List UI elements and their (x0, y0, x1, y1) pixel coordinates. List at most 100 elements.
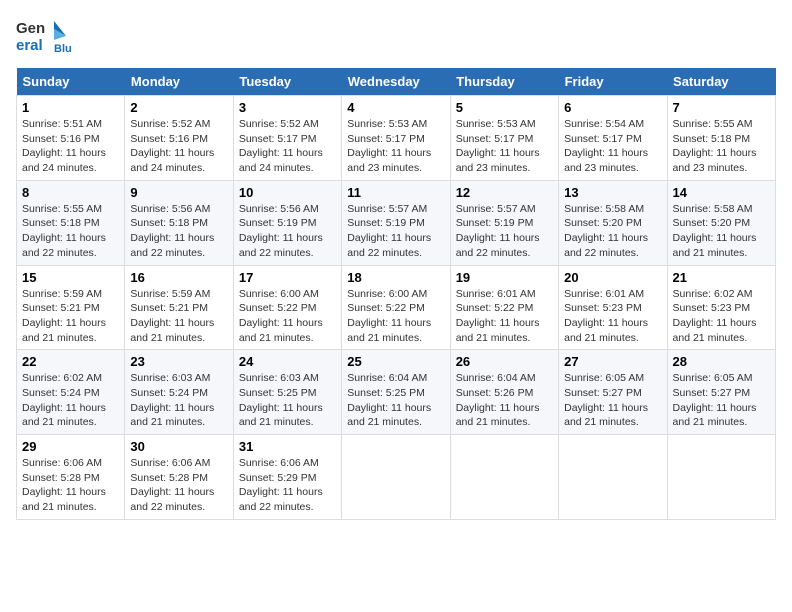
logo: Gen eral Blue (16, 16, 71, 56)
calendar-day: 20 Sunrise: 6:01 AM Sunset: 5:23 PM Dayl… (559, 265, 667, 350)
day-number: 23 (130, 354, 227, 369)
day-number: 5 (456, 100, 553, 115)
day-number: 24 (239, 354, 336, 369)
calendar-week: 8 Sunrise: 5:55 AM Sunset: 5:18 PM Dayli… (17, 180, 776, 265)
day-number: 22 (22, 354, 119, 369)
day-number: 10 (239, 185, 336, 200)
day-info: Sunrise: 5:53 AM Sunset: 5:17 PM Dayligh… (347, 117, 444, 176)
empty-cell (559, 435, 667, 520)
calendar-day: 14 Sunrise: 5:58 AM Sunset: 5:20 PM Dayl… (667, 180, 775, 265)
day-number: 3 (239, 100, 336, 115)
day-info: Sunrise: 6:01 AM Sunset: 5:22 PM Dayligh… (456, 287, 553, 346)
day-info: Sunrise: 5:56 AM Sunset: 5:19 PM Dayligh… (239, 202, 336, 261)
calendar-day: 6 Sunrise: 5:54 AM Sunset: 5:17 PM Dayli… (559, 96, 667, 181)
svg-text:eral: eral (16, 37, 43, 54)
day-info: Sunrise: 5:54 AM Sunset: 5:17 PM Dayligh… (564, 117, 661, 176)
calendar-day: 18 Sunrise: 6:00 AM Sunset: 5:22 PM Dayl… (342, 265, 450, 350)
calendar-week: 1 Sunrise: 5:51 AM Sunset: 5:16 PM Dayli… (17, 96, 776, 181)
day-info: Sunrise: 5:53 AM Sunset: 5:17 PM Dayligh… (456, 117, 553, 176)
day-info: Sunrise: 5:59 AM Sunset: 5:21 PM Dayligh… (130, 287, 227, 346)
day-info: Sunrise: 5:52 AM Sunset: 5:16 PM Dayligh… (130, 117, 227, 176)
day-number: 4 (347, 100, 444, 115)
calendar-day: 30 Sunrise: 6:06 AM Sunset: 5:28 PM Dayl… (125, 435, 233, 520)
weekday-header: Friday (559, 68, 667, 96)
day-number: 31 (239, 439, 336, 454)
calendar-day: 19 Sunrise: 6:01 AM Sunset: 5:22 PM Dayl… (450, 265, 558, 350)
weekday-header: Saturday (667, 68, 775, 96)
day-info: Sunrise: 6:05 AM Sunset: 5:27 PM Dayligh… (673, 371, 770, 430)
calendar-week: 29 Sunrise: 6:06 AM Sunset: 5:28 PM Dayl… (17, 435, 776, 520)
calendar-day: 26 Sunrise: 6:04 AM Sunset: 5:26 PM Dayl… (450, 350, 558, 435)
calendar-header: SundayMondayTuesdayWednesdayThursdayFrid… (17, 68, 776, 96)
svg-text:Blue: Blue (54, 43, 71, 55)
day-number: 11 (347, 185, 444, 200)
day-info: Sunrise: 5:55 AM Sunset: 5:18 PM Dayligh… (673, 117, 770, 176)
day-info: Sunrise: 6:01 AM Sunset: 5:23 PM Dayligh… (564, 287, 661, 346)
day-number: 20 (564, 270, 661, 285)
day-info: Sunrise: 5:58 AM Sunset: 5:20 PM Dayligh… (564, 202, 661, 261)
day-number: 25 (347, 354, 444, 369)
calendar-day: 13 Sunrise: 5:58 AM Sunset: 5:20 PM Dayl… (559, 180, 667, 265)
day-number: 2 (130, 100, 227, 115)
calendar-day: 27 Sunrise: 6:05 AM Sunset: 5:27 PM Dayl… (559, 350, 667, 435)
day-info: Sunrise: 5:52 AM Sunset: 5:17 PM Dayligh… (239, 117, 336, 176)
calendar-day: 11 Sunrise: 5:57 AM Sunset: 5:19 PM Dayl… (342, 180, 450, 265)
calendar-day: 28 Sunrise: 6:05 AM Sunset: 5:27 PM Dayl… (667, 350, 775, 435)
day-number: 15 (22, 270, 119, 285)
calendar-day: 4 Sunrise: 5:53 AM Sunset: 5:17 PM Dayli… (342, 96, 450, 181)
day-info: Sunrise: 5:56 AM Sunset: 5:18 PM Dayligh… (130, 202, 227, 261)
day-number: 18 (347, 270, 444, 285)
day-number: 8 (22, 185, 119, 200)
day-info: Sunrise: 6:06 AM Sunset: 5:28 PM Dayligh… (22, 456, 119, 515)
day-info: Sunrise: 6:02 AM Sunset: 5:24 PM Dayligh… (22, 371, 119, 430)
day-number: 28 (673, 354, 770, 369)
day-info: Sunrise: 6:04 AM Sunset: 5:25 PM Dayligh… (347, 371, 444, 430)
calendar-day: 15 Sunrise: 5:59 AM Sunset: 5:21 PM Dayl… (17, 265, 125, 350)
weekday-header: Sunday (17, 68, 125, 96)
day-info: Sunrise: 5:58 AM Sunset: 5:20 PM Dayligh… (673, 202, 770, 261)
day-number: 14 (673, 185, 770, 200)
day-number: 13 (564, 185, 661, 200)
day-number: 17 (239, 270, 336, 285)
day-info: Sunrise: 6:00 AM Sunset: 5:22 PM Dayligh… (239, 287, 336, 346)
day-info: Sunrise: 5:57 AM Sunset: 5:19 PM Dayligh… (347, 202, 444, 261)
empty-cell (342, 435, 450, 520)
calendar-day: 2 Sunrise: 5:52 AM Sunset: 5:16 PM Dayli… (125, 96, 233, 181)
empty-cell (667, 435, 775, 520)
day-info: Sunrise: 5:55 AM Sunset: 5:18 PM Dayligh… (22, 202, 119, 261)
day-info: Sunrise: 5:59 AM Sunset: 5:21 PM Dayligh… (22, 287, 119, 346)
day-number: 16 (130, 270, 227, 285)
calendar-day: 25 Sunrise: 6:04 AM Sunset: 5:25 PM Dayl… (342, 350, 450, 435)
svg-text:Gen: Gen (16, 20, 45, 37)
calendar-day: 23 Sunrise: 6:03 AM Sunset: 5:24 PM Dayl… (125, 350, 233, 435)
day-info: Sunrise: 6:02 AM Sunset: 5:23 PM Dayligh… (673, 287, 770, 346)
logo-svg: Gen eral Blue (16, 16, 71, 56)
calendar-day: 21 Sunrise: 6:02 AM Sunset: 5:23 PM Dayl… (667, 265, 775, 350)
calendar-day: 5 Sunrise: 5:53 AM Sunset: 5:17 PM Dayli… (450, 96, 558, 181)
weekday-header: Wednesday (342, 68, 450, 96)
calendar-day: 16 Sunrise: 5:59 AM Sunset: 5:21 PM Dayl… (125, 265, 233, 350)
page-header: Gen eral Blue (16, 16, 776, 56)
day-number: 27 (564, 354, 661, 369)
day-info: Sunrise: 6:06 AM Sunset: 5:28 PM Dayligh… (130, 456, 227, 515)
day-info: Sunrise: 6:03 AM Sunset: 5:25 PM Dayligh… (239, 371, 336, 430)
day-number: 7 (673, 100, 770, 115)
calendar-table: SundayMondayTuesdayWednesdayThursdayFrid… (16, 68, 776, 520)
calendar-day: 31 Sunrise: 6:06 AM Sunset: 5:29 PM Dayl… (233, 435, 341, 520)
day-number: 21 (673, 270, 770, 285)
weekday-header: Tuesday (233, 68, 341, 96)
calendar-day: 12 Sunrise: 5:57 AM Sunset: 5:19 PM Dayl… (450, 180, 558, 265)
day-number: 6 (564, 100, 661, 115)
day-number: 26 (456, 354, 553, 369)
calendar-day: 1 Sunrise: 5:51 AM Sunset: 5:16 PM Dayli… (17, 96, 125, 181)
weekday-header: Monday (125, 68, 233, 96)
calendar-day: 8 Sunrise: 5:55 AM Sunset: 5:18 PM Dayli… (17, 180, 125, 265)
day-info: Sunrise: 6:03 AM Sunset: 5:24 PM Dayligh… (130, 371, 227, 430)
calendar-day: 29 Sunrise: 6:06 AM Sunset: 5:28 PM Dayl… (17, 435, 125, 520)
day-info: Sunrise: 6:05 AM Sunset: 5:27 PM Dayligh… (564, 371, 661, 430)
calendar-day: 17 Sunrise: 6:00 AM Sunset: 5:22 PM Dayl… (233, 265, 341, 350)
day-info: Sunrise: 6:04 AM Sunset: 5:26 PM Dayligh… (456, 371, 553, 430)
day-number: 12 (456, 185, 553, 200)
day-number: 29 (22, 439, 119, 454)
calendar-day: 3 Sunrise: 5:52 AM Sunset: 5:17 PM Dayli… (233, 96, 341, 181)
